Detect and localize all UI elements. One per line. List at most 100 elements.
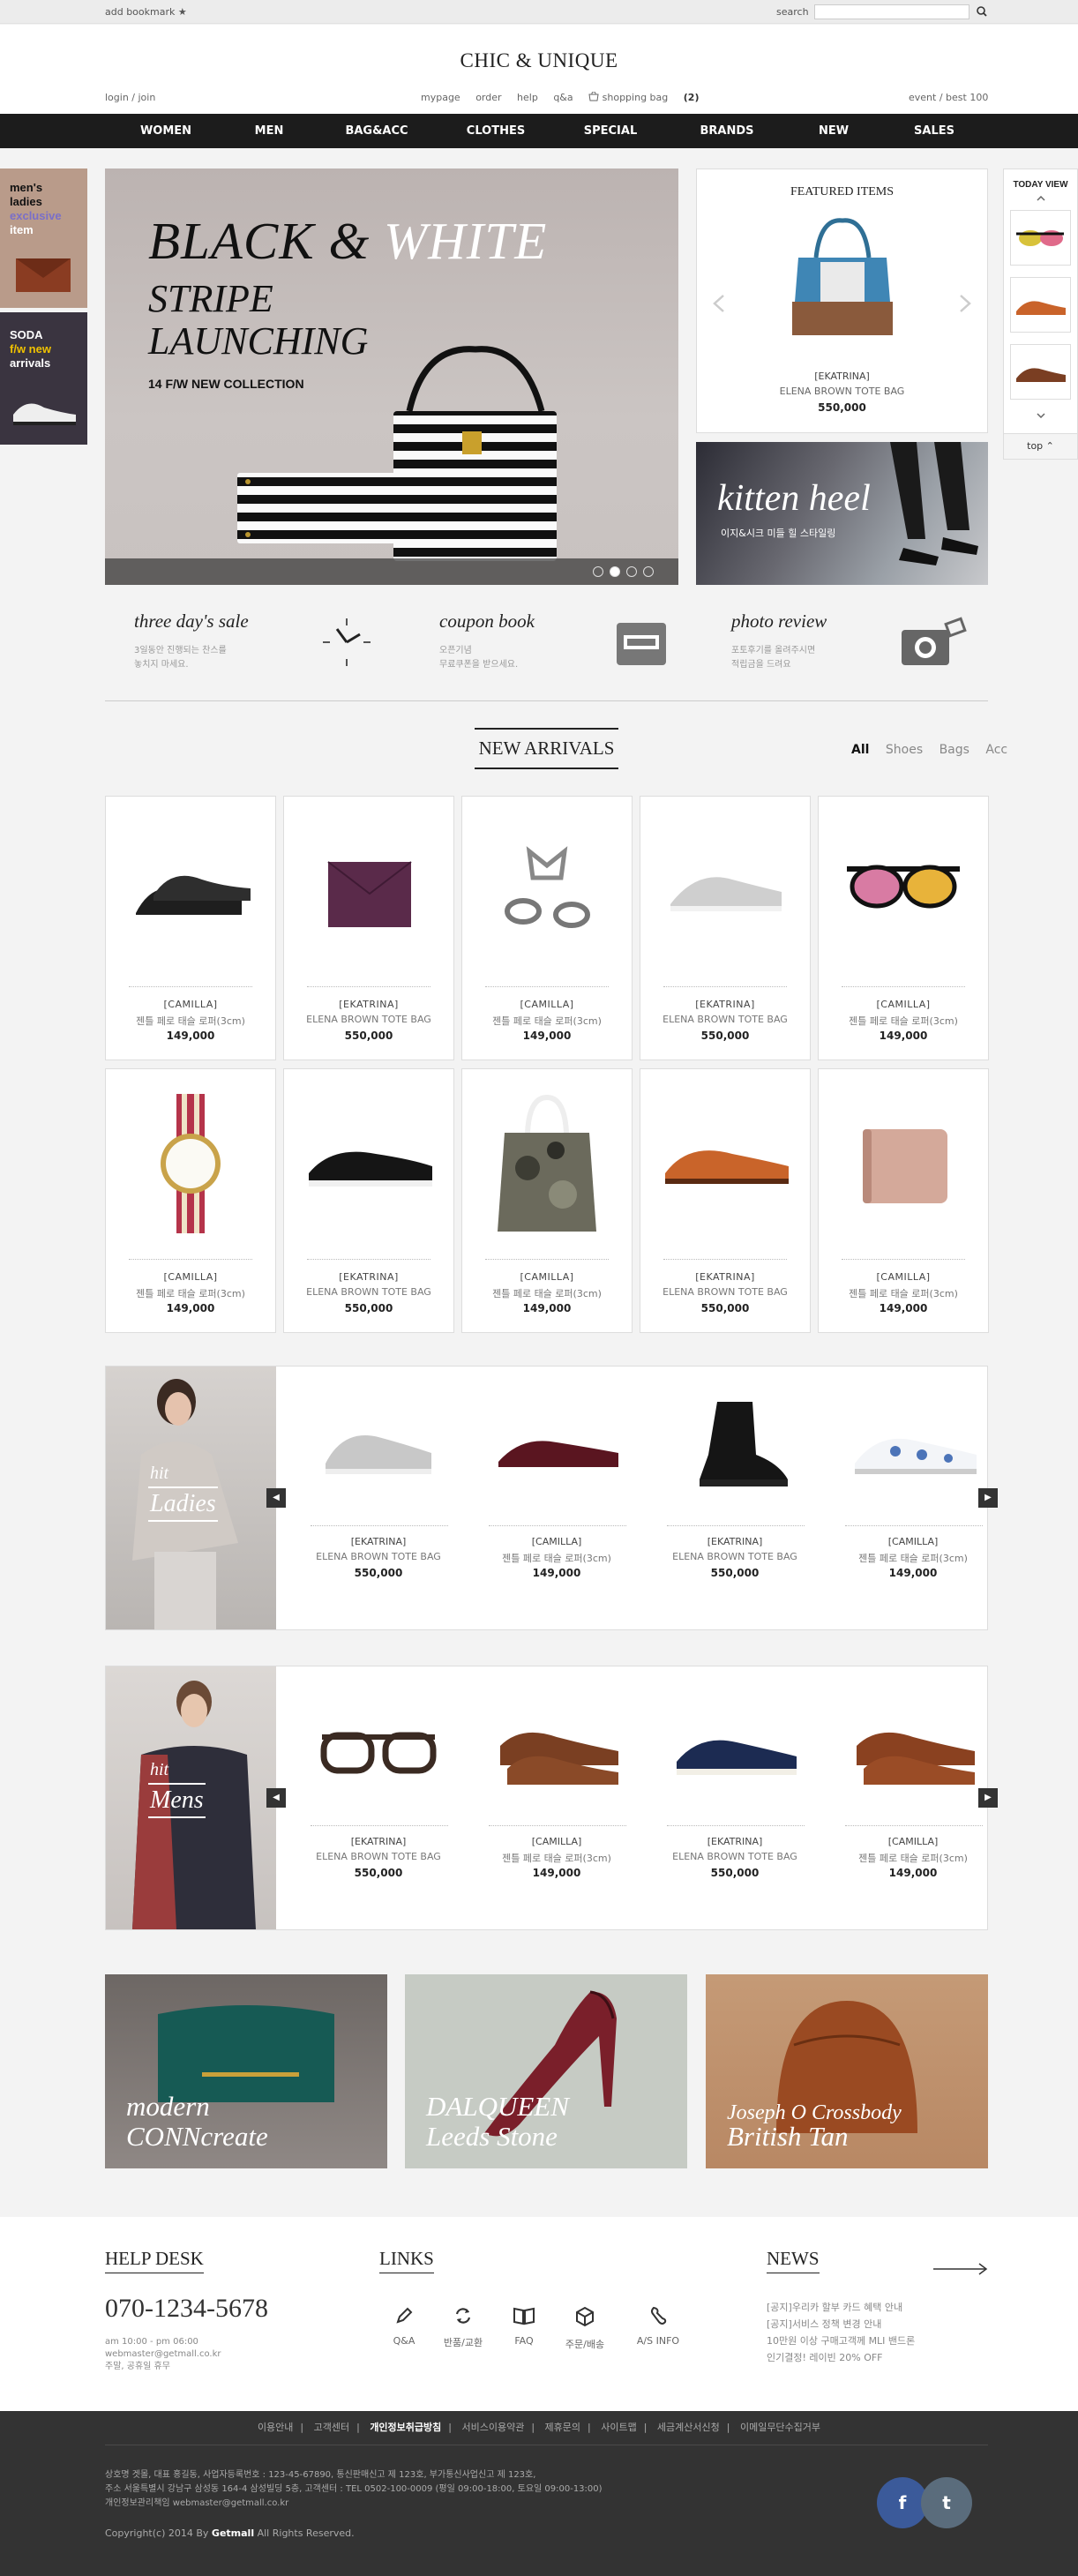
arrow-right-icon[interactable] [933, 2263, 988, 2275]
info-title[interactable]: coupon book [439, 610, 535, 633]
product-name[interactable]: 젠틀 페로 태슬 로퍼(3cm) [819, 1014, 988, 1028]
product-card[interactable]: [CAMILLA] 젠틀 페로 태슬 로퍼(3cm) 149,000 [105, 796, 276, 1060]
product-name[interactable]: ELENA BROWN TOTE BAG [284, 1014, 453, 1025]
kitten-heel-banner[interactable]: kitten heel 이지&시크 미들 힐 스타일링 [696, 442, 988, 585]
product-name[interactable]: 젠틀 페로 태슬 로퍼(3cm) [473, 1851, 640, 1865]
add-bookmark-link[interactable]: add bookmark ★ [105, 6, 187, 18]
product-name[interactable]: 젠틀 페로 태슬 로퍼(3cm) [829, 1851, 997, 1865]
banner-pager-dot-active[interactable] [610, 566, 620, 577]
nav-new[interactable]: NEW [785, 114, 882, 148]
info-title[interactable]: three day's sale [134, 610, 249, 633]
nav-brands[interactable]: BRANDS [678, 114, 775, 148]
product-name[interactable]: 젠틀 페로 태슬 로퍼(3cm) [473, 1551, 640, 1565]
hit-mens-photo[interactable]: hit Mens [106, 1666, 276, 1929]
mypage-link[interactable]: mypage [421, 92, 460, 103]
tote-bag-icon[interactable] [785, 213, 900, 346]
product-card[interactable]: [EKATRINA] ELENA BROWN TOTE BAG 550,000 [640, 796, 811, 1060]
product-name[interactable]: 젠틀 페로 태슬 로퍼(3cm) [829, 1551, 997, 1565]
banner-pager-dot[interactable] [643, 566, 654, 577]
nav-men[interactable]: MEN [221, 114, 318, 148]
hit-product[interactable]: [EKATRINA] ELENA BROWN TOTE BAG 550,000 [651, 1367, 819, 1629]
news-item[interactable]: [공지]서비스 정책 변경 안내 [767, 2317, 881, 2331]
product-name[interactable]: ELENA BROWN TOTE BAG [284, 1286, 453, 1298]
link-qna[interactable]: Q&A [379, 2306, 429, 2347]
nav-bag-acc[interactable]: BAG&ACC [328, 114, 425, 148]
product-name[interactable]: ELENA BROWN TOTE BAG [295, 1851, 462, 1862]
product-card[interactable]: [EKATRINA] ELENA BROWN TOTE BAG 550,000 [640, 1068, 811, 1333]
footer-link-privacy[interactable]: 개인정보취급방침 [370, 2422, 441, 2433]
info-title[interactable]: photo review [731, 610, 827, 633]
today-view-item[interactable] [1010, 344, 1071, 400]
search-icon[interactable] [974, 4, 990, 19]
qna-link[interactable]: q&a [553, 92, 573, 103]
link-return-exchange[interactable]: 반품/교환 [438, 2306, 488, 2349]
bottom-banner-modern[interactable]: modern CONNcreate [105, 1974, 387, 2168]
help-email[interactable]: webmaster@getmall.co.kr [105, 2348, 221, 2361]
next-arrow-icon[interactable]: ▶ [978, 1488, 998, 1508]
back-to-top-button[interactable]: top ⌃ [1003, 433, 1078, 460]
footer-link[interactable]: 이용안내 [258, 2422, 293, 2433]
product-name[interactable]: 젠틀 페로 태슬 로퍼(3cm) [462, 1286, 632, 1300]
footer-link[interactable]: 이메일무단수집거부 [740, 2422, 820, 2433]
nav-special[interactable]: SPECIAL [562, 114, 659, 148]
side-promo-exclusive[interactable]: men's ladies exclusive item [0, 168, 87, 308]
twitter-icon[interactable]: t [921, 2477, 972, 2528]
hit-product[interactable]: [CAMILLA] 젠틀 페로 태슬 로퍼(3cm) 149,000 [473, 1367, 640, 1629]
product-name[interactable]: ELENA BROWN TOTE BAG [640, 1014, 810, 1025]
site-logo[interactable]: CHIC & UNIQUE [0, 49, 1078, 72]
bottom-banner-joseph[interactable]: Joseph O Crossbody British Tan [706, 1974, 988, 2168]
product-name[interactable]: 젠틀 페로 태슬 로퍼(3cm) [819, 1286, 988, 1300]
nav-women[interactable]: WOMEN [117, 114, 214, 148]
bottom-banner-dalqueen[interactable]: DALQUEEN Leeds Stone [405, 1974, 687, 2168]
product-name[interactable]: 젠틀 페로 태슬 로퍼(3cm) [462, 1014, 632, 1028]
hit-product[interactable]: [EKATRINA] ELENA BROWN TOTE BAG 550,000 [651, 1666, 819, 1929]
product-card[interactable]: [CAMILLA] 젠틀 페로 태슬 로퍼(3cm) 149,000 [818, 796, 989, 1060]
featured-product-name[interactable]: ELENA BROWN TOTE BAG [697, 386, 987, 397]
product-name[interactable]: ELENA BROWN TOTE BAG [651, 1851, 819, 1862]
hit-product[interactable]: [EKATRINA] ELENA BROWN TOTE BAG 550,000 [295, 1367, 462, 1629]
search-input[interactable] [814, 4, 969, 19]
product-name[interactable]: ELENA BROWN TOTE BAG [651, 1551, 819, 1562]
news-item[interactable]: [공지]우리카 할부 카드 혜택 안내 [767, 2300, 902, 2314]
hit-product[interactable]: [CAMILLA] 젠틀 페로 태슬 로퍼(3cm) 149,000 [473, 1666, 640, 1929]
product-card[interactable]: [CAMILLA] 젠틀 페로 태슬 로퍼(3cm) 149,000 [461, 1068, 633, 1333]
event-best-link[interactable]: event / best 100 [909, 92, 988, 103]
footer-link[interactable]: 사이트맵 [601, 2422, 636, 2433]
hit-product[interactable]: [CAMILLA] 젠틀 페로 태슬 로퍼(3cm) 149,000 [829, 1367, 997, 1629]
nav-sales[interactable]: SALES [886, 114, 983, 148]
help-link[interactable]: help [517, 92, 538, 103]
footer-link[interactable]: 서비스이용약관 [461, 2422, 524, 2433]
prev-arrow-icon[interactable]: ◀ [266, 1788, 286, 1808]
product-card[interactable]: [CAMILLA] 젠틀 페로 태슬 로퍼(3cm) 149,000 [105, 1068, 276, 1333]
footer-link[interactable]: 세금계산서신청 [657, 2422, 720, 2433]
banner-pager-dot[interactable] [593, 566, 603, 577]
product-name[interactable]: 젠틀 페로 태슬 로퍼(3cm) [106, 1286, 275, 1300]
link-order-delivery[interactable]: 주문/배송 [560, 2306, 610, 2351]
product-card[interactable]: [CAMILLA] 젠틀 페로 태슬 로퍼(3cm) 149,000 [818, 1068, 989, 1333]
link-faq[interactable]: FAQ [499, 2306, 549, 2347]
next-arrow-icon[interactable]: ▶ [978, 1788, 998, 1808]
product-card[interactable]: [CAMILLA] 젠틀 페로 태슬 로퍼(3cm) 149,000 [461, 796, 633, 1060]
order-link[interactable]: order [475, 92, 501, 103]
shopping-bag-link[interactable]: shopping bag (2) [588, 91, 699, 103]
hit-product[interactable]: [CAMILLA] 젠틀 페로 태슬 로퍼(3cm) 149,000 [829, 1666, 997, 1929]
chevron-up-icon[interactable] [1037, 196, 1045, 201]
today-view-item[interactable] [1010, 277, 1071, 333]
hit-ladies-photo[interactable]: hit Ladies [106, 1367, 276, 1629]
product-card[interactable]: [EKATRINA] ELENA BROWN TOTE BAG 550,000 [283, 796, 454, 1060]
hit-product[interactable]: [EKATRINA] ELENA BROWN TOTE BAG 550,000 [295, 1666, 462, 1929]
filter-shoes[interactable]: Shoes [886, 743, 923, 757]
chevron-left-icon[interactable] [709, 293, 730, 314]
footer-link[interactable]: 제휴문의 [545, 2422, 580, 2433]
chevron-down-icon[interactable] [1037, 413, 1045, 418]
filter-bags[interactable]: Bags [940, 743, 969, 757]
banner-pager-dot[interactable] [626, 566, 637, 577]
today-view-item[interactable] [1010, 210, 1071, 266]
prev-arrow-icon[interactable]: ◀ [266, 1488, 286, 1508]
chevron-right-icon[interactable] [954, 293, 975, 314]
link-as-info[interactable]: A/S INFO [633, 2306, 683, 2347]
filter-acc[interactable]: Acc [985, 743, 1007, 757]
nav-clothes[interactable]: CLOTHES [447, 114, 544, 148]
news-item[interactable]: 인기결정! 레이빈 20% OFF [767, 2350, 883, 2364]
product-name[interactable]: ELENA BROWN TOTE BAG [295, 1551, 462, 1562]
